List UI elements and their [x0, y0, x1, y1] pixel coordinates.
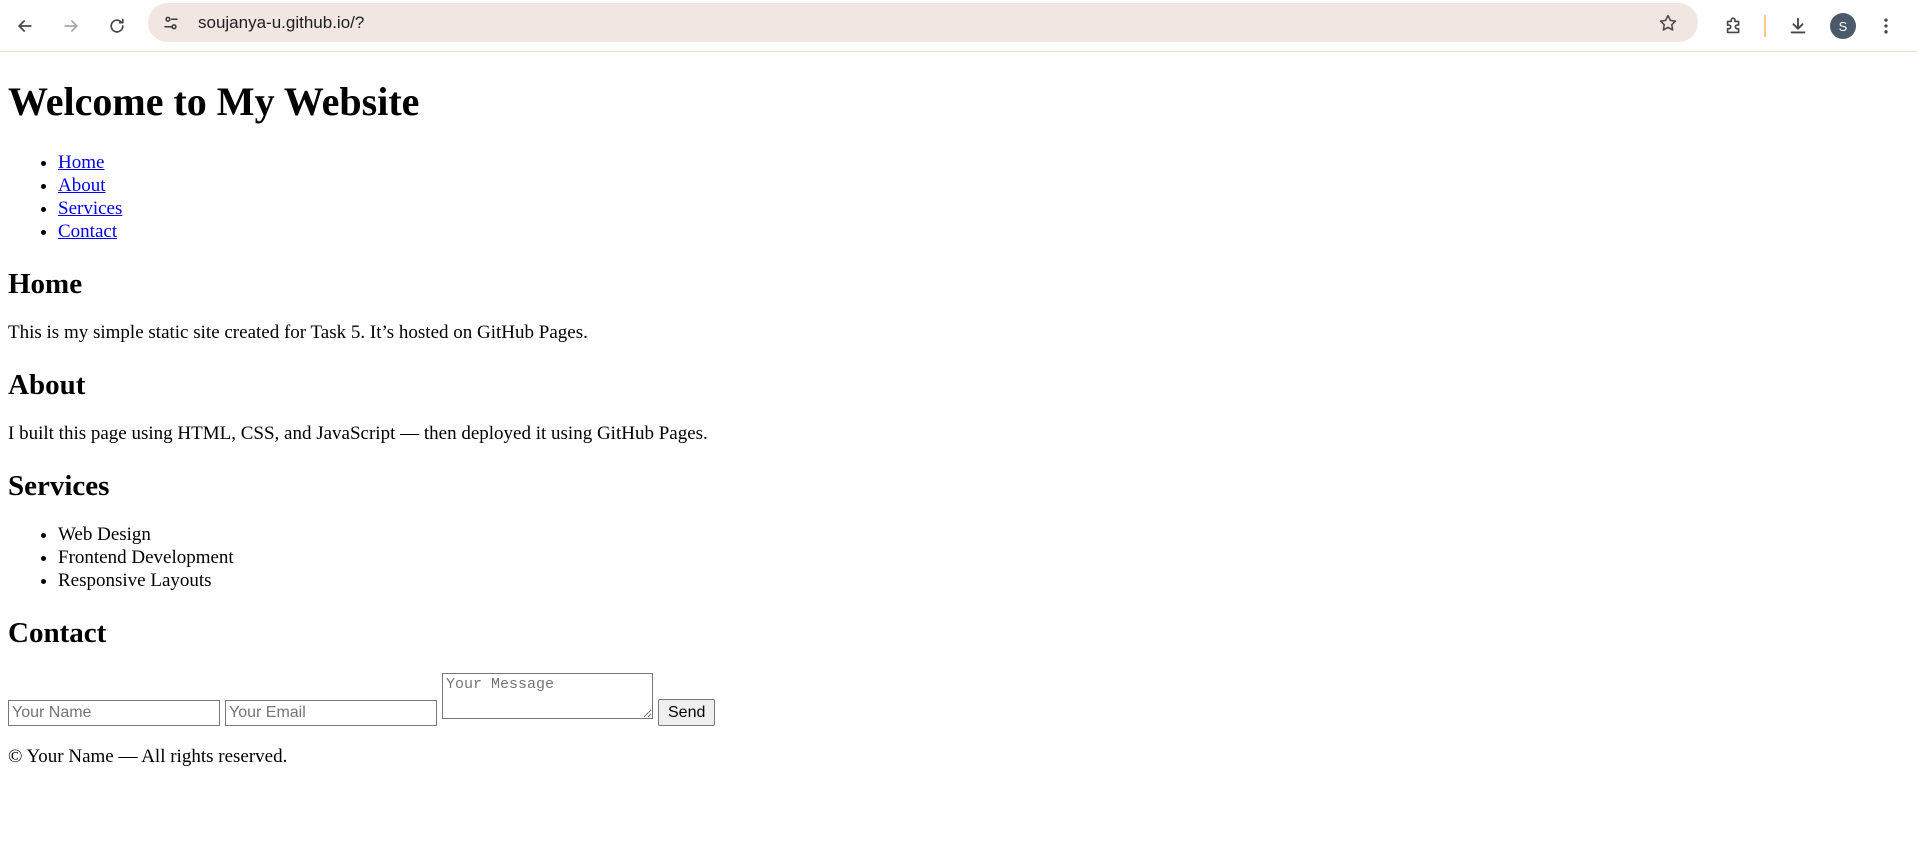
contact-form: Send — [8, 673, 1909, 726]
home-text: This is my simple static site created fo… — [8, 322, 588, 343]
back-button[interactable] — [7, 8, 43, 44]
nav-link-contact[interactable]: Contact — [58, 221, 117, 242]
bookmark-button[interactable] — [1654, 9, 1682, 37]
reload-button[interactable] — [99, 8, 135, 44]
about-text: I built this page using HTML, CSS, and J… — [8, 423, 708, 444]
services-list: Web Design Frontend Development Responsi… — [8, 523, 1909, 592]
services-heading: Services — [8, 470, 110, 502]
contact-heading: Contact — [8, 617, 107, 649]
toolbar-actions: S — [1716, 8, 1904, 44]
services-item: Web Design — [58, 523, 1909, 546]
star-icon — [1659, 14, 1677, 31]
arrow-right-icon — [64, 19, 78, 32]
services-item: Frontend Development — [58, 546, 1909, 569]
address-bar[interactable]: soujanya-u.github.io/? — [148, 3, 1698, 42]
arrow-left-icon — [18, 19, 32, 32]
nav-link-about[interactable]: About — [58, 175, 106, 196]
extensions-button[interactable] — [1716, 8, 1752, 44]
footer-text: © Your Name — All rights reserved. — [8, 746, 288, 767]
browser-menu-button[interactable] — [1868, 8, 1904, 44]
nav-item-home: Home — [58, 151, 1909, 174]
site-info-button[interactable] — [156, 8, 186, 38]
page-title: Welcome to My Website — [8, 79, 420, 124]
puzzle-icon — [1726, 17, 1740, 34]
nav-item-about: About — [58, 174, 1909, 197]
name-input[interactable] — [8, 700, 220, 726]
site-nav: Home About Services Contact — [8, 151, 1909, 243]
services-item: Responsive Layouts — [58, 569, 1909, 592]
nav-link-services[interactable]: Services — [58, 198, 122, 219]
reload-icon — [110, 18, 124, 33]
page-content: Welcome to My Website Home About Service… — [0, 79, 1917, 768]
email-input[interactable] — [225, 700, 437, 726]
browser-toolbar: soujanya-u.github.io/? S — [0, 0, 1917, 52]
about-heading: About — [8, 369, 86, 401]
download-icon — [1790, 17, 1806, 34]
profile-avatar[interactable]: S — [1830, 13, 1856, 39]
forward-button[interactable] — [53, 8, 89, 44]
toolbar-divider — [1764, 15, 1766, 37]
tune-icon — [164, 16, 178, 29]
nav-item-contact: Contact — [58, 220, 1909, 243]
downloads-button[interactable] — [1780, 8, 1816, 44]
send-button[interactable]: Send — [658, 699, 716, 726]
home-heading: Home — [8, 268, 83, 300]
nav-link-home[interactable]: Home — [58, 152, 104, 173]
nav-item-services: Services — [58, 197, 1909, 220]
kebab-menu-icon — [1884, 18, 1888, 34]
url-text[interactable]: soujanya-u.github.io/? — [198, 13, 364, 33]
message-textarea[interactable] — [442, 673, 653, 719]
